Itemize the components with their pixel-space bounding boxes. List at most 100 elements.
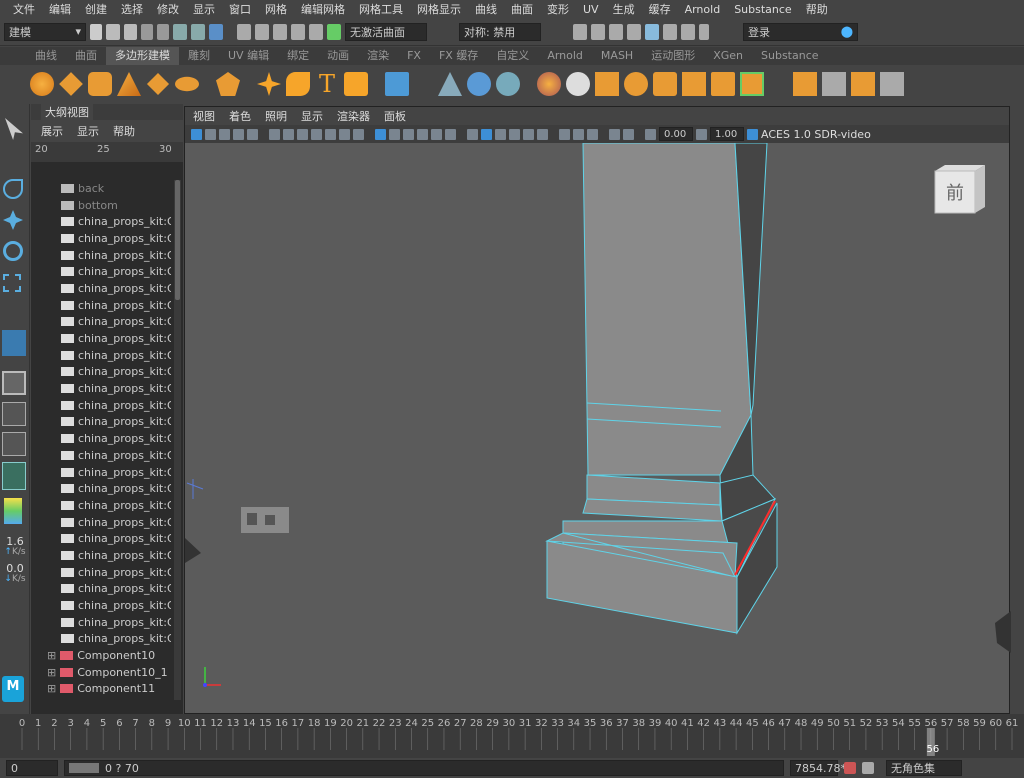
snap-view-icon[interactable]	[291, 23, 305, 40]
viewport-menu-item-2[interactable]: 照明	[265, 108, 287, 124]
menu-item-9[interactable]: 网格工具	[352, 1, 410, 17]
shelf-tab-11[interactable]: Arnold	[538, 47, 592, 65]
ipr-render-icon[interactable]	[609, 23, 623, 40]
outliner-group-item[interactable]: china_props_kit:Gro	[31, 364, 171, 381]
mirror-icon[interactable]	[566, 72, 590, 96]
svg-icon[interactable]	[344, 72, 368, 96]
menu-item-0[interactable]: 文件	[6, 1, 42, 17]
outliner-group-item[interactable]: china_props_kit:Gro	[31, 547, 171, 564]
target-weld-icon[interactable]	[822, 72, 846, 96]
shelf-tab-12[interactable]: MASH	[592, 47, 642, 65]
menu-item-2[interactable]: 创建	[78, 1, 114, 17]
menu-item-17[interactable]: Arnold	[678, 3, 728, 16]
menu-item-10[interactable]: 网格显示	[410, 1, 468, 17]
quad-draw-icon[interactable]	[880, 72, 904, 96]
menu-item-19[interactable]: 帮助	[799, 1, 835, 17]
open-scene-icon[interactable]	[106, 23, 120, 40]
menu-item-6[interactable]: 窗口	[222, 1, 258, 17]
anim-prefs-icon[interactable]	[862, 762, 874, 774]
outliner-group-item[interactable]: china_props_kit:Gro	[31, 464, 171, 481]
gate-mask-icon[interactable]	[339, 128, 350, 140]
xray-joints-icon[interactable]	[573, 128, 584, 140]
character-set-dropdown[interactable]: 无角色集	[886, 760, 962, 776]
shadows-icon[interactable]	[509, 128, 520, 140]
outliner-group-item[interactable]: china_props_kit:Gro	[31, 280, 171, 297]
persp-layout-icon[interactable]	[2, 330, 26, 356]
move-tool-icon[interactable]	[3, 210, 23, 230]
undo-icon[interactable]	[141, 23, 153, 40]
shelf-tab-2[interactable]: 多边形建模	[106, 47, 179, 65]
aa-icon[interactable]	[609, 128, 620, 140]
isolate-select-icon[interactable]	[559, 128, 570, 140]
image-plane-icon[interactable]	[233, 128, 244, 140]
dof-icon[interactable]	[623, 128, 634, 140]
textured-icon[interactable]	[495, 128, 506, 140]
pillar-model[interactable]	[545, 143, 778, 635]
use-lights-icon[interactable]	[467, 128, 478, 140]
viewport-scene[interactable]: 前	[185, 143, 1011, 715]
mode-dropdown[interactable]: 建模 ▾	[4, 22, 86, 41]
viewport-menu-item-0[interactable]: 视图	[193, 108, 215, 124]
snap-curve-icon[interactable]	[255, 23, 269, 40]
expand-icon[interactable]: ⊞	[47, 682, 56, 695]
snap-point-icon[interactable]	[273, 23, 287, 40]
shelf-tab-3[interactable]: 雕刻	[179, 47, 219, 65]
outliner-group-item[interactable]: china_props_kit:Gro	[31, 631, 171, 648]
extract-icon[interactable]	[595, 72, 619, 96]
menu-item-4[interactable]: 修改	[150, 1, 186, 17]
outliner-group-item[interactable]: china_props_kit:Gro	[31, 330, 171, 347]
expand-icon[interactable]: ⊞	[47, 666, 56, 679]
menu-item-8[interactable]: 编辑网格	[294, 1, 352, 17]
outliner-group-item[interactable]: china_props_kit:Gro	[31, 314, 171, 331]
grease-pencil-icon[interactable]	[297, 128, 308, 140]
wireframe-icon[interactable]	[417, 128, 428, 140]
poly-plane-icon[interactable]	[146, 72, 170, 96]
auto-key-icon[interactable]	[844, 762, 856, 774]
render-frame-icon[interactable]	[591, 23, 605, 40]
outliner-component-item[interactable]: ⊞ Component11	[31, 681, 171, 698]
outliner-group-item[interactable]: china_props_kit:Gro	[31, 263, 171, 280]
type-helix-icon[interactable]	[286, 72, 310, 96]
combine-icon[interactable]	[438, 72, 462, 96]
pause-render-icon[interactable]	[699, 23, 709, 40]
range-slider[interactable]: 0 ? 70	[64, 760, 784, 776]
poly-torus-icon[interactable]	[175, 76, 199, 92]
time-slider[interactable]: 0 1 2 3 4 5 6 7 8 9 10 11 12 13 14 15 16 17 18 19 20 21 22 23 24…	[0, 714, 1024, 758]
arnold-render-icon[interactable]	[663, 23, 677, 40]
rotate-tool-icon[interactable]	[3, 241, 23, 261]
redo-icon[interactable]	[157, 23, 169, 40]
end-value-field[interactable]: 7854.78*	[790, 760, 846, 776]
menu-item-7[interactable]: 网格	[258, 1, 294, 17]
smooth-shade-icon[interactable]	[431, 128, 442, 140]
ornament-object[interactable]	[241, 507, 289, 533]
menu-item-3[interactable]: 选择	[114, 1, 150, 17]
poly-cylinder-icon[interactable]	[88, 72, 112, 96]
offscreen-object-left[interactable]	[185, 538, 201, 563]
outliner-group-item[interactable]: china_props_kit:Gro	[31, 497, 171, 514]
poly-cube-icon[interactable]	[59, 72, 83, 96]
outliner-component-item[interactable]: ⊞ Component10	[31, 647, 171, 664]
snap-surface-icon[interactable]	[309, 23, 323, 40]
menu-item-15[interactable]: 生成	[606, 1, 642, 17]
outliner-menu-item-2[interactable]: 帮助	[113, 123, 135, 139]
outliner-group-item[interactable]: china_props_kit:Gro	[31, 564, 171, 581]
select-object-icon[interactable]	[191, 23, 205, 40]
outliner-scrollbar[interactable]	[174, 180, 181, 700]
menu-item-5[interactable]: 显示	[186, 1, 222, 17]
menu-item-16[interactable]: 缓存	[642, 1, 678, 17]
boolean-icon[interactable]	[537, 72, 561, 96]
poly-sphere-icon[interactable]	[30, 72, 54, 96]
start-frame-field[interactable]: 0	[6, 760, 58, 776]
outliner-menu-item-1[interactable]: 显示	[77, 123, 99, 139]
outliner-group-item[interactable]: china_props_kit:Gro	[31, 347, 171, 364]
outliner-group-item[interactable]: china_props_kit:Gro	[31, 480, 171, 497]
bookmark-icon[interactable]	[219, 128, 230, 140]
range-slider-handle[interactable]	[69, 763, 99, 773]
render-settings-icon[interactable]	[627, 23, 641, 40]
camera-attr-icon[interactable]	[205, 128, 216, 140]
four-view-layout-icon[interactable]	[2, 371, 26, 395]
viewport-menu-item-4[interactable]: 渲染器	[337, 108, 370, 124]
shelf-tab-15[interactable]: Substance	[752, 47, 828, 65]
graph-layout-icon[interactable]	[2, 432, 26, 456]
outliner-group-item[interactable]: china_props_kit:Gro	[31, 397, 171, 414]
